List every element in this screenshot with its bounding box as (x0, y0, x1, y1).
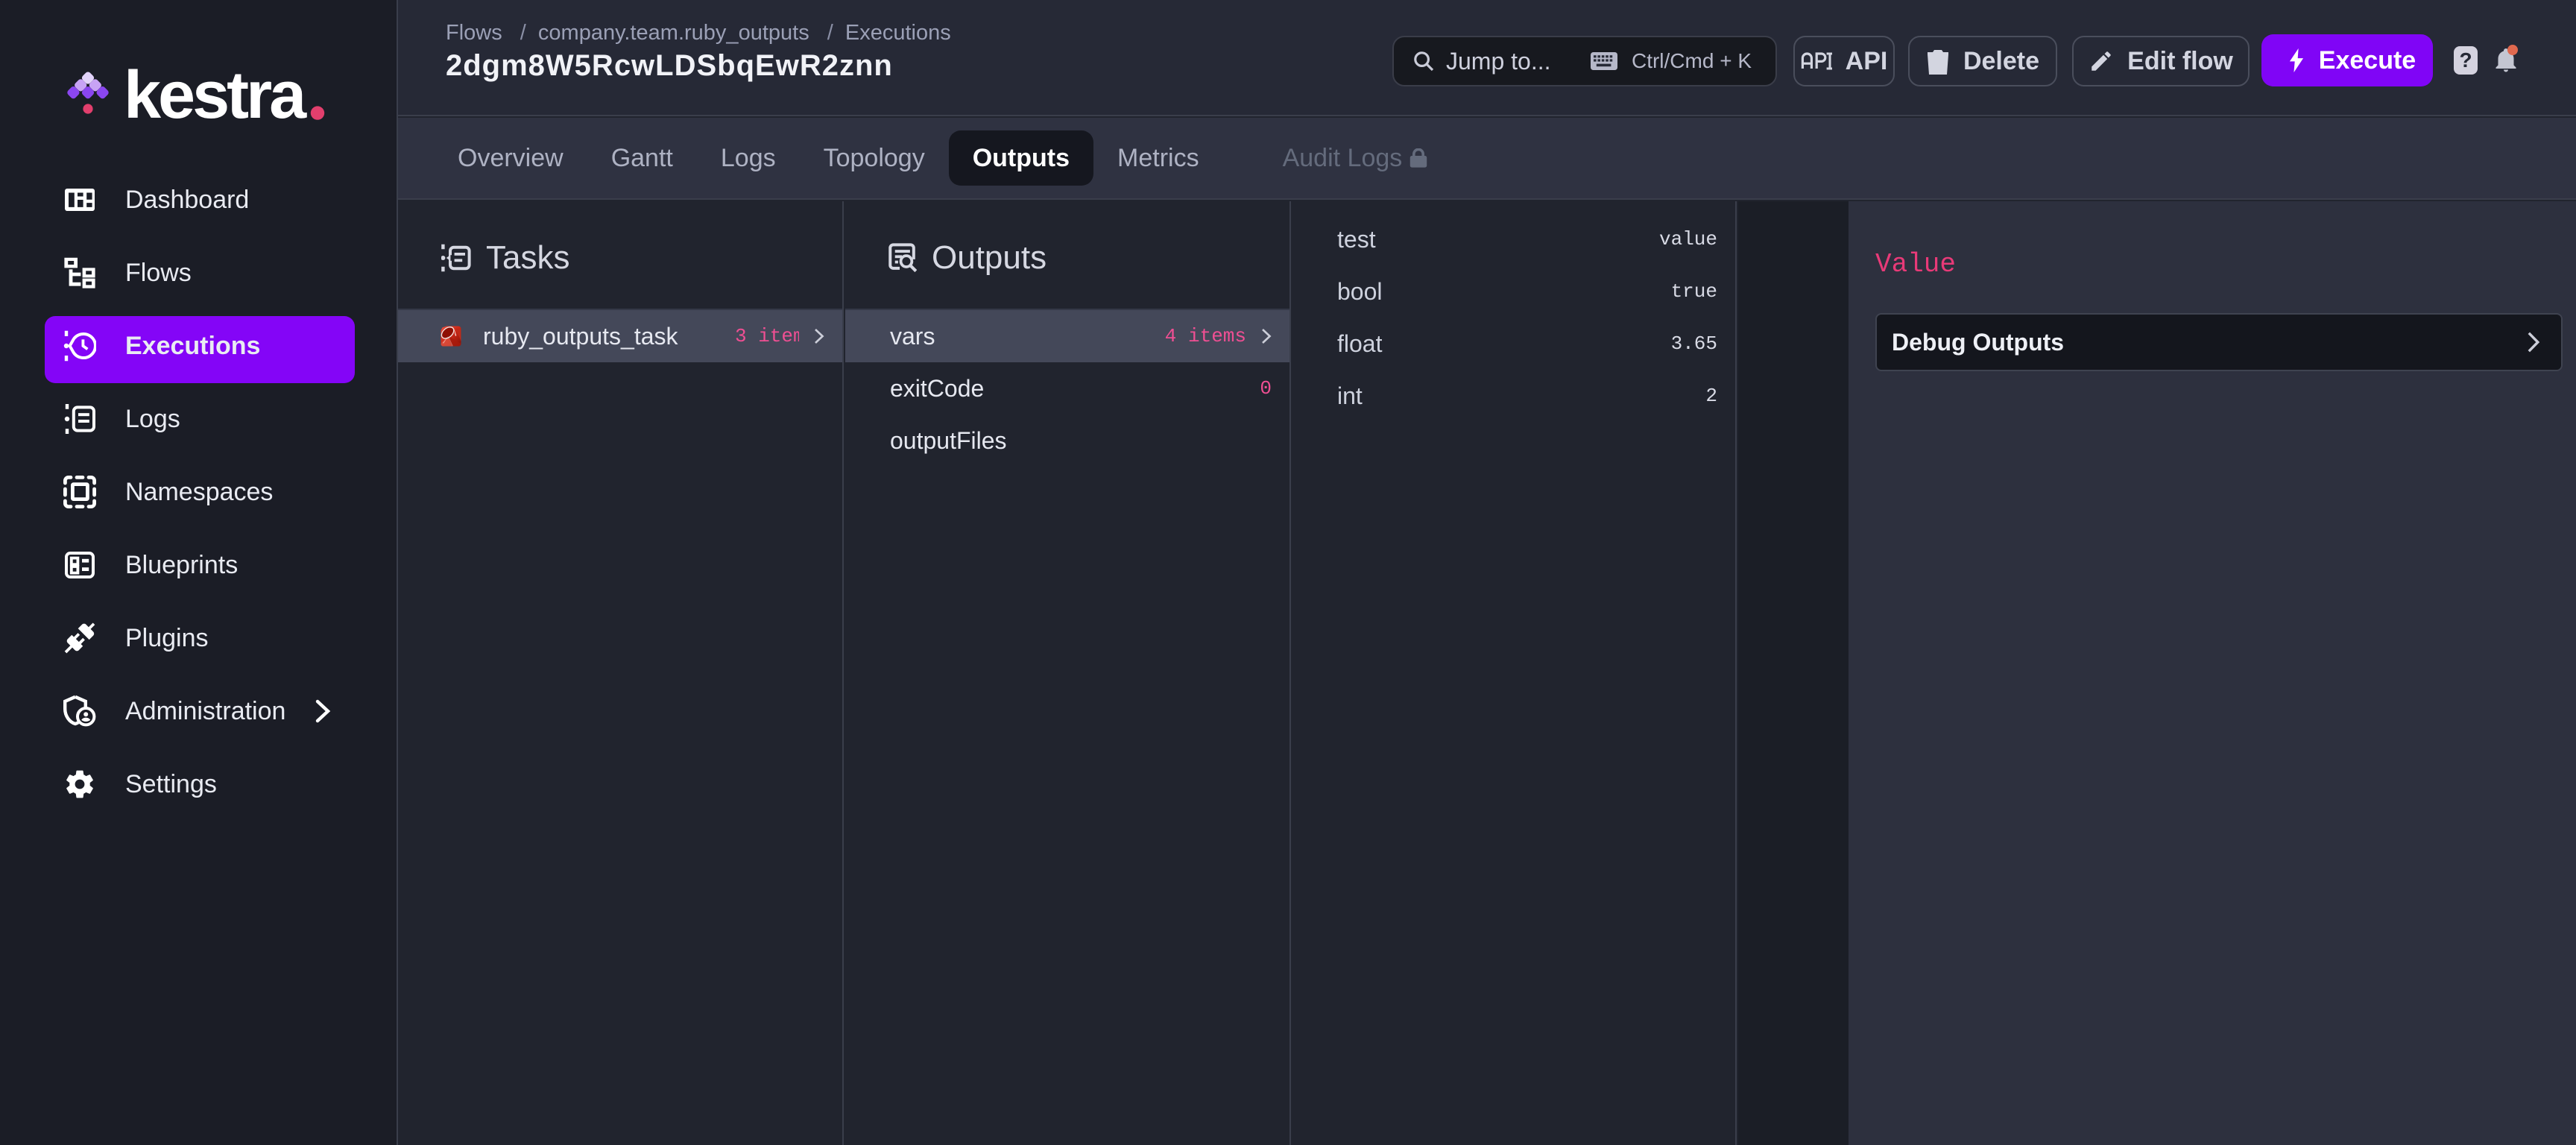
svg-text:kestra: kestra (124, 67, 307, 130)
